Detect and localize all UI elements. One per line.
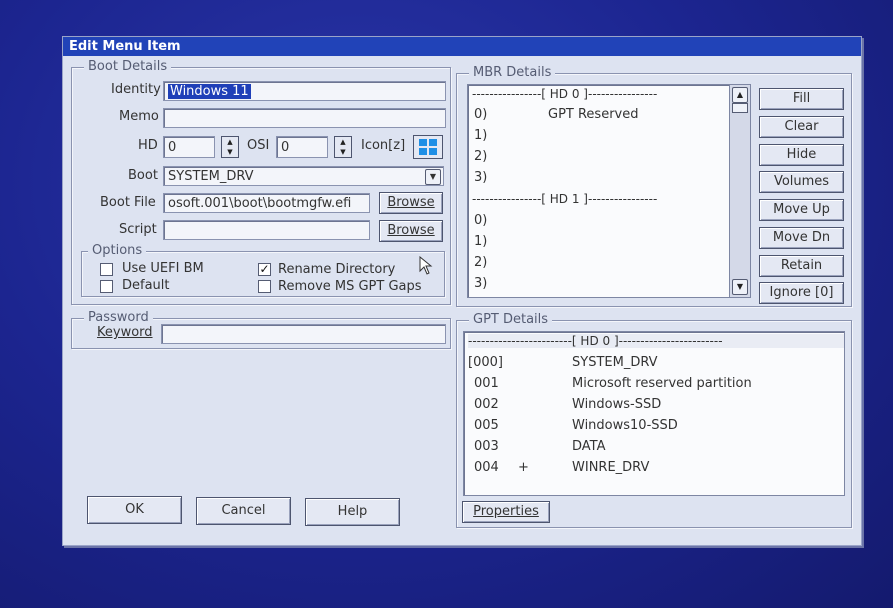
hide-button[interactable]: Hide (759, 144, 844, 166)
move-dn-button[interactable]: Move Dn (759, 227, 844, 249)
gpt-row-2-num: 002 (474, 397, 499, 412)
scroll-down-icon[interactable]: ▼ (732, 279, 748, 295)
gpt-row-5-name: WINRE_DRV (572, 460, 650, 475)
script-label: Script (119, 222, 157, 237)
script-field[interactable] (163, 220, 370, 240)
gpt-details-group: GPT Details ------------------------[ HD… (456, 312, 852, 528)
gpt-row-3-name: Windows10-SSD (572, 418, 678, 433)
gpt-row-2-name: Windows-SSD (572, 397, 662, 412)
cancel-button[interactable]: Cancel (196, 497, 291, 525)
gpt-details-label: GPT Details (469, 312, 553, 327)
use-uefi-bm-label: Use UEFI BM (122, 261, 204, 276)
mbr-details-label: MBR Details (469, 65, 556, 80)
mbr-hd1-line-0: 0) (474, 213, 488, 228)
memo-field[interactable] (163, 108, 446, 128)
windows-logo-icon (419, 139, 437, 155)
rename-directory-label: Rename Directory (278, 262, 396, 277)
script-browse-button[interactable]: Browse (379, 220, 443, 242)
identity-value: Windows 11 (168, 84, 251, 99)
default-checkbox[interactable] (100, 280, 113, 293)
mbr-hd0-line-0: 0) (474, 107, 488, 122)
boot-file-field[interactable]: osoft.001\boot\bootmgfw.efi (163, 193, 370, 213)
osi-label: OSI (247, 138, 270, 153)
gpt-row-0-num: [000] (468, 355, 503, 370)
mbr-hd0-line-0-entry: GPT Reserved (548, 107, 639, 122)
gpt-row-5-num: 004 (474, 460, 499, 475)
gpt-list[interactable]: ------------------------[ HD 0 ]--------… (463, 331, 845, 496)
memo-label: Memo (119, 109, 159, 124)
ok-button[interactable]: OK (87, 496, 182, 524)
mbr-hd0-line-3: 3) (474, 170, 488, 185)
mbr-hd0-line-2: 2) (474, 149, 488, 164)
scroll-thumb[interactable] (732, 103, 748, 113)
mbr-hd1-line-2: 2) (474, 255, 488, 270)
keyword-field[interactable] (161, 324, 446, 344)
use-uefi-bm-checkbox[interactable] (100, 263, 113, 276)
mbr-hd0-line-1: 1) (474, 128, 488, 143)
retain-button[interactable]: Retain (759, 255, 844, 277)
osi-field[interactable]: 0 (276, 136, 328, 158)
mbr-hd1-line-1: 1) (474, 234, 488, 249)
boot-details-group: Boot Details Identity Windows 11 Memo HD… (71, 59, 451, 305)
password-label: Password (84, 310, 153, 325)
hd-label: HD (138, 138, 158, 153)
mbr-hd1-line-3: 3) (474, 276, 488, 291)
mouse-cursor-icon (419, 256, 433, 275)
properties-button[interactable]: Properties (462, 501, 550, 523)
ignore-button[interactable]: Ignore [0] (759, 282, 844, 304)
options-label: Options (88, 243, 147, 258)
password-group: Password Keyword (71, 310, 451, 349)
rename-directory-checkbox[interactable]: ✓ (258, 263, 271, 276)
gpt-row-0-name: SYSTEM_DRV (572, 355, 658, 370)
help-button[interactable]: Help (305, 498, 400, 526)
gpt-row-1-num: 001 (474, 376, 499, 391)
boot-label: Boot (128, 168, 158, 183)
hd-field[interactable]: 0 (163, 136, 215, 158)
options-group: Options Use UEFI BM Default ✓ Rename Dir… (81, 243, 445, 297)
boot-select[interactable]: SYSTEM_DRV ▼ (163, 166, 444, 186)
identity-label: Identity (111, 82, 161, 97)
volumes-button[interactable]: Volumes (759, 171, 844, 193)
boot-file-label: Boot File (100, 195, 156, 210)
fill-button[interactable]: Fill (759, 88, 844, 110)
gpt-row-1-name: Microsoft reserved partition (572, 376, 752, 391)
gpt-row-3-num: 005 (474, 418, 499, 433)
chevron-down-icon[interactable]: ▼ (425, 169, 441, 185)
identity-field[interactable]: Windows 11 (163, 81, 446, 101)
gpt-row-4-name: DATA (572, 439, 606, 454)
mbr-details-group: MBR Details ----------------[ HD 0 ]----… (456, 65, 852, 307)
boot-details-label: Boot Details (84, 59, 172, 74)
windows-icon[interactable] (413, 135, 443, 159)
boot-select-value: SYSTEM_DRV (168, 169, 254, 184)
edit-menu-item-dialog: Edit Menu Item Boot Details Identity Win… (62, 36, 862, 546)
hd-spinner[interactable]: ▲ ▼ (221, 136, 239, 158)
osi-spinner[interactable]: ▲ ▼ (334, 136, 352, 158)
mbr-scrollbar[interactable]: ▲ ▼ (729, 85, 750, 297)
mbr-hd1-header: ----------------[ HD 1 ]---------------- (472, 192, 658, 206)
remove-ms-gpt-gaps-checkbox[interactable] (258, 280, 271, 293)
clear-button[interactable]: Clear (759, 116, 844, 138)
scroll-up-icon[interactable]: ▲ (732, 87, 748, 103)
move-up-button[interactable]: Move Up (759, 199, 844, 221)
remove-ms-gpt-gaps-label: Remove MS GPT Gaps (278, 279, 422, 294)
gpt-hd0-header: ------------------------[ HD 0 ]--------… (468, 334, 844, 348)
boot-file-browse-button[interactable]: Browse (379, 192, 443, 214)
gpt-row-4-num: 003 (474, 439, 499, 454)
icon-label: Icon[z] (361, 138, 406, 153)
mbr-hd0-header: ----------------[ HD 0 ]---------------- (472, 87, 658, 101)
keyword-label: Keyword (97, 325, 153, 340)
default-label: Default (122, 278, 170, 293)
dialog-title: Edit Menu Item (63, 37, 861, 56)
gpt-row-5-flag: + (518, 460, 529, 475)
mbr-list[interactable]: ----------------[ HD 0 ]----------------… (467, 84, 751, 298)
